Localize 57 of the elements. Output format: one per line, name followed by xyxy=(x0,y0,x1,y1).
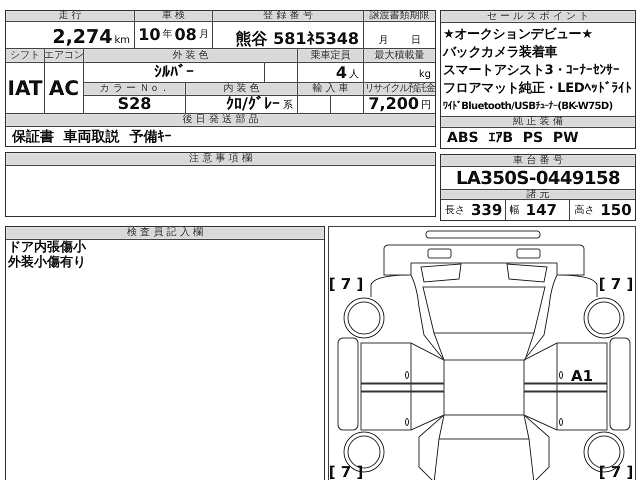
spec-value: 150 xyxy=(600,201,632,219)
unit-label: kg xyxy=(418,69,431,81)
field-label: 車 検 xyxy=(135,11,213,22)
section-header: 諸 元 xyxy=(441,190,635,200)
section-header: 車 台 番 号 xyxy=(441,155,635,167)
field-label: 後 日 発 送 部 品 xyxy=(6,114,435,127)
field-value: IAT xyxy=(8,76,43,100)
spec-value: 147 xyxy=(526,201,557,219)
section-header: 純 正 装 備 xyxy=(441,116,635,128)
unit-label: 年 xyxy=(162,28,172,40)
damage-mark: [ 7 ] xyxy=(598,275,634,293)
field-label: 内 装 色 xyxy=(186,83,298,96)
field-value: 熊谷 581ﾈ5348 xyxy=(236,31,359,47)
field-label: 最大積載量 xyxy=(364,49,435,63)
field-value: AC xyxy=(48,76,80,100)
field-value: S28 xyxy=(118,96,152,112)
unit-label: 日 xyxy=(410,35,421,47)
sales-point: フロアマット純正・LEDﾍｯﾄﾞﾗｲﾄ xyxy=(443,80,633,98)
unit-label: 月 xyxy=(198,28,209,40)
inspector-note: 外装小傷有り xyxy=(6,255,87,270)
spec-label: 高さ xyxy=(574,204,594,217)
unit-label: 円 xyxy=(421,100,431,112)
field-label: 登 録 番 号 xyxy=(213,11,364,22)
field-value: 08 xyxy=(174,26,197,42)
field-value: 2,274 xyxy=(52,28,112,47)
field-label: シフト xyxy=(6,49,45,63)
damage-mark: A1 xyxy=(571,367,594,385)
sales-point: スマートアシスト3・ｺｰﾅｰｾﾝｻｰ xyxy=(443,62,621,80)
field-value: ｸﾛ/ｸﾞﾚｰ xyxy=(226,96,280,112)
spec-value: 339 xyxy=(471,201,502,219)
spec-label: 長さ xyxy=(445,204,465,217)
sales-point: ﾜｲﾄﾞBluetooth/USBﾁｭｰﾅｰ(BK-W75D) xyxy=(443,100,614,114)
section-header: セ ー ル ス ポ イ ン ト xyxy=(441,11,635,23)
spec-label: 幅 xyxy=(510,204,520,217)
unit-label: km xyxy=(114,35,130,47)
equipment-list: ABS ｴｱB PS PW xyxy=(441,128,635,148)
section-header: 注 意 事 項 欄 xyxy=(6,153,435,166)
sales-point: ★オークションデビュー★ xyxy=(443,26,594,44)
field-label: リサイクル預託金 xyxy=(364,83,435,96)
field-label: 外 装 色 xyxy=(84,49,298,63)
field-value: 7,200 xyxy=(368,96,419,112)
field-label: カ ラ ー Ｎｏ． xyxy=(84,83,186,96)
field-label: 乗車定員 xyxy=(298,49,364,63)
field-value: 4 xyxy=(336,65,347,81)
damage-mark: [ 7 ] xyxy=(329,275,364,293)
sales-point: バックカメラ装着車 xyxy=(443,44,558,62)
field-value: ｼﾙﾊﾞｰ xyxy=(154,64,194,80)
unit-label: 人 xyxy=(349,69,359,81)
field-label: 走 行 xyxy=(6,11,135,22)
parts-list: 保証書 車両取説 予備ｷｰ xyxy=(6,127,435,146)
field-label: 輸 入 車 xyxy=(298,83,364,96)
inspector-note: ドア内張傷小 xyxy=(7,240,88,255)
unit-label: 系 xyxy=(283,100,293,112)
field-value: 10 xyxy=(138,26,160,42)
field-label: 譲渡書類期限 xyxy=(364,11,435,22)
unit-label: 月 xyxy=(378,35,388,47)
section-header: 検 査 員 記 入 欄 xyxy=(6,227,324,240)
